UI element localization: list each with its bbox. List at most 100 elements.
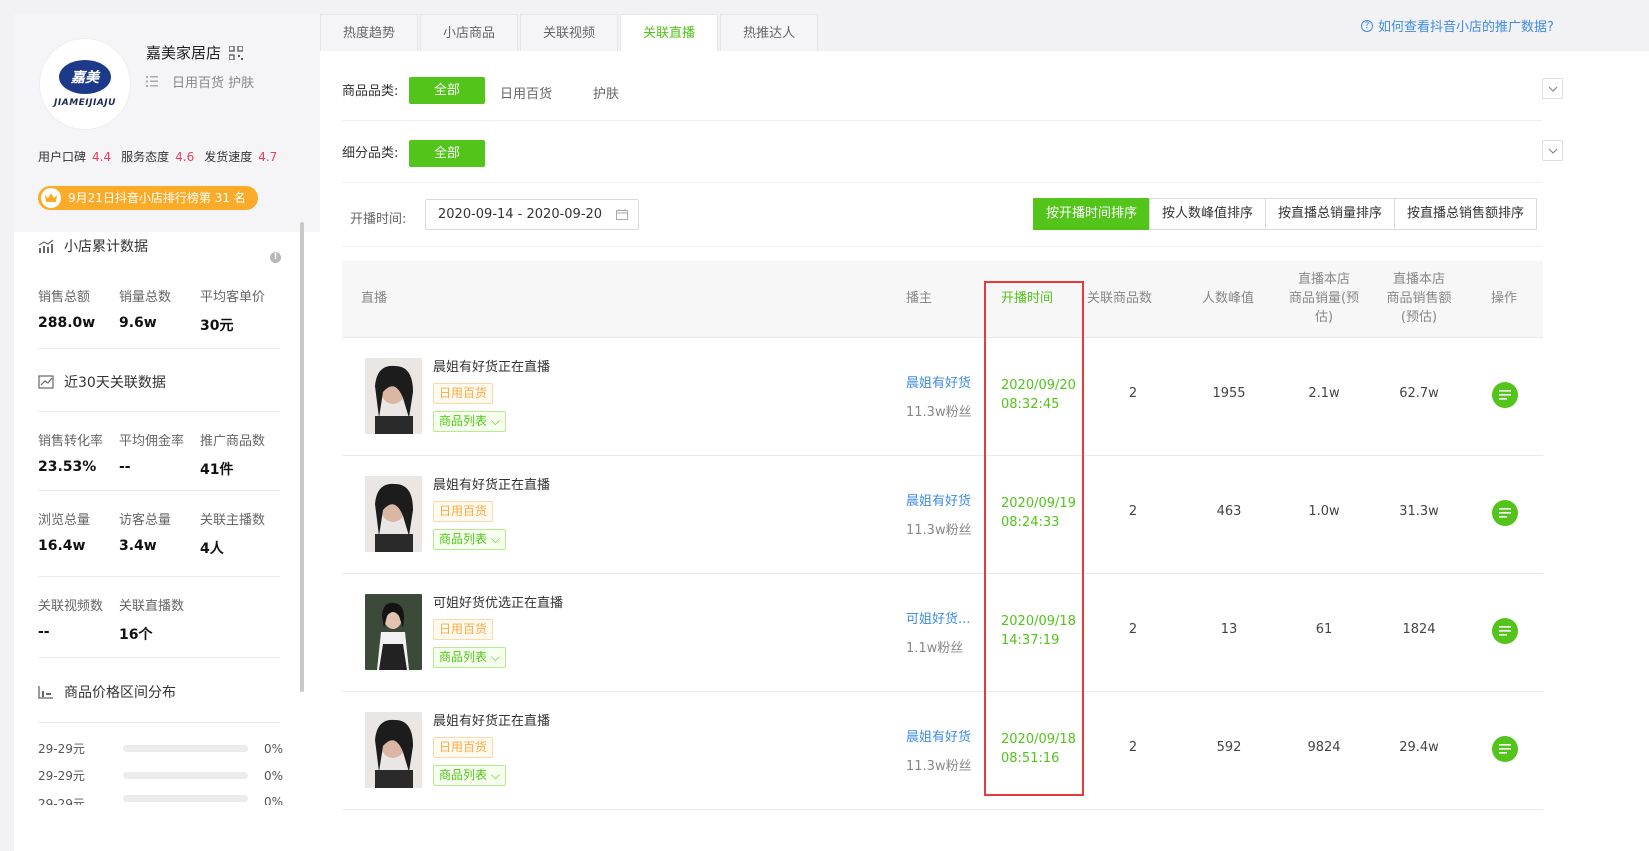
live-thumbnail[interactable] <box>365 476 422 552</box>
product-list-toggle[interactable]: 商品列表 ⌵ <box>433 411 506 432</box>
category-tag: 日用百货 <box>433 501 494 522</box>
table-row: 可姐好货优选正在直播 日用百货 商品列表 ⌵ 可姐好货... 1.1w粉丝 20… <box>342 574 1543 692</box>
revenue-estimate: 31.3w <box>1399 504 1439 519</box>
stat-promo-products: 推广商品数 41件 <box>200 434 266 478</box>
stat-videos: 关联视频数 -- <box>38 599 104 640</box>
col-revenue: 直播本店 商品销售额 (预估) <box>1386 272 1452 325</box>
peak-viewers: 13 <box>1220 622 1238 637</box>
shop-scores: 用户口碑 4.4 服务态度 4.6 发货速度 4.7 <box>38 148 277 165</box>
fans-count: 11.3w粉丝 <box>906 523 972 538</box>
chevron-down-icon[interactable] <box>1542 140 1563 161</box>
crown-icon <box>41 188 61 208</box>
price-range-bar <box>123 745 248 752</box>
anchor-link[interactable]: 晨姐有好货 <box>906 372 971 391</box>
product-count: 2 <box>1128 504 1138 519</box>
product-list-toggle[interactable]: 商品列表 ⌵ <box>433 647 506 668</box>
stat-anchors: 关联主播数 4人 <box>200 513 266 557</box>
shop-name-row: 嘉美家居店 <box>146 42 244 63</box>
tab-hot-influencers[interactable]: 热推达人 <box>720 14 819 51</box>
score-item: 用户口碑 4.4 <box>38 150 112 164</box>
live-thumbnail[interactable] <box>365 594 422 670</box>
stat-lives: 关联直播数 16个 <box>119 599 185 643</box>
table-header: 直播 播主 开播时间 关联商品数 人数峰值 直播本店 商品销量(预 估) 直播本店商… <box>342 261 1543 338</box>
stat-visitors: 访客总量 3.4w <box>119 513 172 554</box>
detail-icon[interactable] <box>1492 382 1518 408</box>
logo-mark: 嘉美 <box>59 60 111 94</box>
sort-by-sales-button[interactable]: 按直播总销量排序 <box>1265 198 1396 230</box>
score-item: 发货速度 4.7 <box>204 150 278 164</box>
date-range-picker[interactable]: 2020-09-14 - 2020-09-20 <box>425 199 639 230</box>
subcategory-label: 细分品类: <box>342 146 399 161</box>
detail-icon[interactable] <box>1492 500 1518 526</box>
live-title[interactable]: 晨姐有好货正在直播 <box>433 474 550 493</box>
sort-by-revenue-button[interactable]: 按直播总销售额排序 <box>1394 198 1538 230</box>
stat-conversion: 销售转化率 23.53% <box>38 434 104 475</box>
sales-estimate: 9824 <box>1307 740 1341 755</box>
highlight-box <box>984 281 1084 796</box>
trend-chart-icon <box>38 239 54 253</box>
shop-header: 嘉美 JIAMEIJIAJU 嘉美家居店 日用百货 护肤 用户口碑 4.4 服务态 <box>14 14 320 232</box>
live-thumbnail[interactable] <box>365 358 422 434</box>
tab-bar: 热度趋势 小店商品 关联视频 关联直播 热推达人 <box>320 14 820 51</box>
divider <box>38 576 280 577</box>
col-live: 直播 <box>361 291 388 306</box>
revenue-estimate: 29.4w <box>1399 740 1439 755</box>
recent30-section-title: 近30天关联数据 <box>38 372 166 392</box>
category-all-button[interactable]: 全部 <box>409 77 485 104</box>
stat-views: 浏览总量 16.4w <box>38 513 91 554</box>
tab-shop-products[interactable]: 小店商品 <box>420 14 519 51</box>
product-list-toggle[interactable]: 商品列表 ⌵ <box>433 765 506 786</box>
shop-categories: 日用百货 护肤 <box>146 72 254 91</box>
live-title[interactable]: 可姐好货优选正在直播 <box>433 592 563 611</box>
score-item: 服务态度 4.6 <box>121 150 195 164</box>
anchor-link[interactable]: 晨姐有好货 <box>906 726 971 745</box>
sidebar-scrollbar[interactable] <box>300 222 304 692</box>
divider <box>38 490 280 491</box>
question-icon: ? <box>1361 19 1373 32</box>
col-anchor: 播主 <box>906 291 933 306</box>
stat-commission: 平均佣金率 -- <box>119 434 185 475</box>
sort-by-start-time-button[interactable]: 按开播时间排序 <box>1033 198 1151 230</box>
stat-avg-price: 平均客单价 30元 <box>200 290 266 334</box>
table-row: 晨姐有好货正在直播 日用百货 商品列表 ⌵ 晨姐有好货 11.3w粉丝 2020… <box>342 338 1543 456</box>
price-dist-section-title: 商品价格区间分布 <box>38 682 176 702</box>
fans-count: 11.3w粉丝 <box>906 759 972 774</box>
rank-badge[interactable]: 9月21日抖音小店排行榜第 31 名 <box>38 186 258 210</box>
live-title[interactable]: 晨姐有好货正在直播 <box>433 710 550 729</box>
sales-estimate: 1.0w <box>1308 504 1340 519</box>
shop-logo: 嘉美 JIAMEIJIAJU <box>39 38 131 130</box>
category-tag: 日用百货 <box>433 737 494 758</box>
tab-related-videos[interactable]: 关联视频 <box>520 14 619 51</box>
col-sales: 直播本店 商品销量(预 估) <box>1288 272 1360 325</box>
tab-heat-trend[interactable]: 热度趋势 <box>320 14 419 51</box>
chevron-down-icon[interactable] <box>1542 78 1563 99</box>
product-count: 2 <box>1128 622 1138 637</box>
product-list-toggle[interactable]: 商品列表 ⌵ <box>433 529 506 550</box>
sales-estimate: 61 <box>1315 622 1333 637</box>
info-icon[interactable]: ! <box>270 252 281 263</box>
live-thumbnail[interactable] <box>365 712 422 788</box>
tab-related-lives[interactable]: 关联直播 <box>620 14 719 51</box>
anchor-link[interactable]: 晨姐有好货 <box>906 490 971 509</box>
live-table: 直播 播主 开播时间 关联商品数 人数峰值 直播本店 商品销量(预 估) 直播本店商… <box>342 261 1543 810</box>
product-count: 2 <box>1128 386 1138 401</box>
category-option[interactable]: 护肤 <box>593 83 619 102</box>
divider <box>38 722 280 723</box>
divider <box>38 411 280 412</box>
help-link[interactable]: ? 如何查看抖音小店的推广数据? <box>1361 16 1554 35</box>
detail-icon[interactable] <box>1492 736 1518 762</box>
sort-by-peak-button[interactable]: 按人数峰值排序 <box>1149 198 1267 230</box>
col-product-count: 关联商品数 <box>1087 291 1153 306</box>
sales-estimate: 2.1w <box>1308 386 1340 401</box>
revenue-estimate: 1824 <box>1402 622 1436 637</box>
qr-code-icon[interactable] <box>229 45 244 60</box>
detail-icon[interactable] <box>1492 618 1518 644</box>
stat-sales-total: 销售总额 288.0w <box>38 290 96 331</box>
price-range-row: 29-29元 0% <box>38 795 284 805</box>
live-title[interactable]: 晨姐有好货正在直播 <box>433 356 550 375</box>
anchor-link[interactable]: 可姐好货... <box>906 608 970 627</box>
subcategory-all-button[interactable]: 全部 <box>409 140 485 167</box>
price-range-bar <box>123 772 248 779</box>
category-option[interactable]: 日用百货 <box>500 83 552 102</box>
cumulative-section-title: 小店累计数据 <box>38 236 148 256</box>
